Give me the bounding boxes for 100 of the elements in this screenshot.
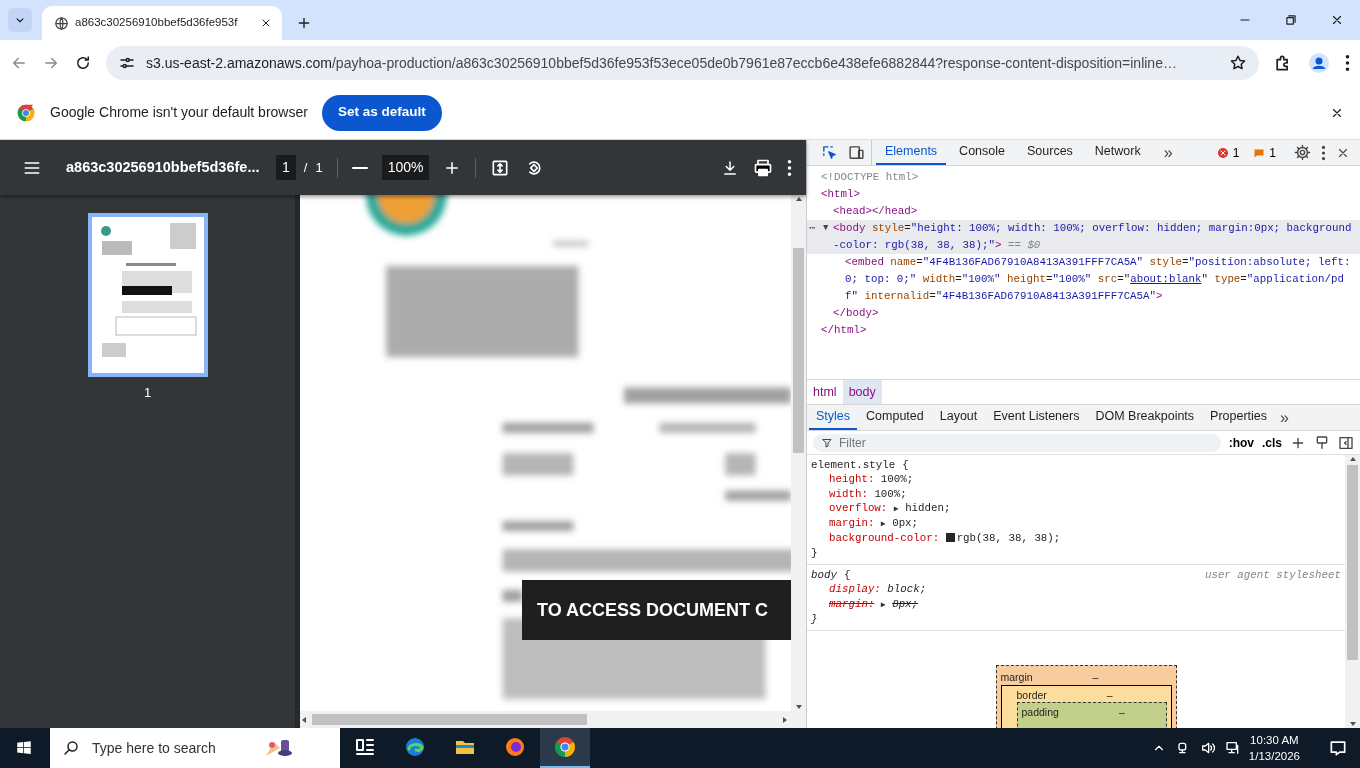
css-selector[interactable]: body bbox=[811, 569, 837, 582]
dom-link[interactable]: about:blank bbox=[1130, 273, 1202, 285]
property-name[interactable]: height: bbox=[829, 473, 875, 486]
property-value[interactable]: 8px; bbox=[892, 597, 919, 610]
settings-icon bbox=[1294, 144, 1311, 161]
star-icon[interactable] bbox=[1229, 54, 1247, 72]
devtools-tab[interactable]: Sources bbox=[1018, 140, 1082, 165]
property-name[interactable]: display: bbox=[829, 583, 881, 596]
zoom-out-button[interactable] bbox=[351, 165, 368, 170]
property-value[interactable]: block; bbox=[887, 583, 927, 596]
scrollbar-thumb[interactable] bbox=[793, 248, 804, 453]
reload-button[interactable] bbox=[74, 54, 92, 72]
windows-logo-icon bbox=[15, 739, 33, 757]
property-name[interactable]: margin: bbox=[829, 517, 875, 530]
expand-toggle[interactable]: ▼ bbox=[823, 220, 829, 237]
notification-icon bbox=[1328, 738, 1348, 758]
set-default-button[interactable]: Set as default bbox=[321, 94, 442, 131]
panel-tab[interactable]: Layout bbox=[932, 405, 985, 430]
scrollbar-thumb[interactable] bbox=[312, 714, 587, 725]
color-format-button[interactable] bbox=[1314, 434, 1330, 451]
menu-button[interactable] bbox=[1345, 54, 1350, 72]
plus-icon bbox=[296, 15, 312, 31]
error-icon bbox=[1216, 146, 1229, 159]
expand-toggle[interactable]: ▶ bbox=[880, 519, 886, 529]
more-icon[interactable]: ⋯ bbox=[809, 220, 816, 237]
volume-button[interactable] bbox=[1199, 740, 1216, 756]
search-icon bbox=[62, 739, 80, 757]
devtools-tab[interactable]: Network bbox=[1085, 140, 1150, 165]
warnings-counter[interactable]: 1 bbox=[1253, 140, 1276, 165]
dom-node[interactable]: <!DOCTYPE html> bbox=[821, 169, 1356, 186]
minus-icon bbox=[351, 165, 368, 170]
panel-tab[interactable]: Event Listeners bbox=[986, 405, 1087, 430]
property-name[interactable]: overflow: bbox=[829, 501, 888, 514]
dom-node[interactable]: <embed name="4F4B136FAD67910A8413A391FFF7CA5A" style="position:absolute; left: 0; top: 0;" width="100%" height="100%" src="about:blank" type="application/pdf" internalid="4F4B136FAD67910A8413A391FFF7CA5A"> bbox=[845, 254, 1356, 305]
errors-counter[interactable]: 1 bbox=[1216, 140, 1240, 165]
devtools-tab[interactable]: Elements bbox=[876, 140, 947, 165]
panel-tab[interactable]: Styles bbox=[809, 405, 858, 430]
sidebar-toggle-button[interactable] bbox=[1338, 434, 1354, 451]
taskbar-app[interactable] bbox=[540, 728, 590, 768]
dom-tag: </body> bbox=[833, 307, 879, 319]
brace: } bbox=[811, 546, 818, 559]
panel-tab[interactable]: DOM Breakpoints bbox=[1088, 405, 1202, 430]
edge-browser-icon bbox=[403, 735, 427, 759]
chrome-browser-icon bbox=[553, 735, 577, 759]
page-number-field[interactable]: 1 bbox=[276, 155, 296, 180]
scrollbar-thumb[interactable] bbox=[1347, 465, 1358, 660]
color-swatch[interactable] bbox=[945, 533, 955, 543]
panel-tab[interactable]: Computed bbox=[859, 405, 931, 430]
profile-button[interactable] bbox=[1307, 51, 1331, 75]
page-count: 1 bbox=[315, 158, 323, 177]
box-label: border bbox=[1016, 687, 1047, 702]
property-value[interactable]: 100%; bbox=[874, 487, 907, 500]
property-value[interactable]: hidden; bbox=[905, 501, 951, 514]
url-text: s3.us-east-2.amazonaws.com/payhoa-production/a863c30256910bbef5d36fe953f53ece05de0b7961e87eccb6e438efe6882844?response-content-disposition=inline… bbox=[146, 53, 1178, 73]
address-bar[interactable]: s3.us-east-2.amazonaws.com/payhoa-production/a863c30256910bbef5d36fe953f53ece05de0b7961e87eccb6e438efe6882844?response-content-disposition=inline… bbox=[106, 46, 1259, 80]
dom-node[interactable]: <body style="height: 100%; width: 100%; overflow: hidden; margin:0px; background-color: rgb(38, 38, 38);"> == $0 bbox=[833, 220, 1356, 254]
property-name[interactable]: margin: bbox=[829, 597, 875, 610]
property-value[interactable]: 0px; bbox=[892, 517, 919, 530]
box-label: margin bbox=[1000, 670, 1033, 685]
expand-toggle[interactable]: ▶ bbox=[893, 503, 899, 513]
device-icon bbox=[848, 144, 865, 161]
zoom-field[interactable]: 100% bbox=[381, 155, 430, 180]
network-button[interactable] bbox=[1224, 740, 1241, 756]
expand-toggle[interactable]: ▶ bbox=[880, 599, 886, 609]
more-tabs-button[interactable]: » bbox=[1159, 140, 1177, 165]
search-box[interactable]: Type here to search bbox=[50, 728, 340, 768]
dom-node[interactable]: <head></head> bbox=[833, 203, 1356, 220]
browser-tab[interactable]: a863c30256910bbef5d36fe953f bbox=[42, 6, 282, 40]
infobar-message: Google Chrome isn't your default browser bbox=[50, 103, 308, 122]
box-value: – bbox=[1106, 687, 1113, 702]
panel-tab[interactable]: Properties bbox=[1203, 405, 1275, 430]
more-tabs-button[interactable]: » bbox=[1276, 405, 1293, 430]
css-selector[interactable]: element.style bbox=[811, 459, 896, 471]
cursor-select-icon bbox=[821, 144, 838, 161]
toggle-button[interactable]: :hov bbox=[1228, 433, 1254, 452]
dom-tag: </html> bbox=[821, 324, 867, 336]
dom-node[interactable]: <html> bbox=[821, 186, 1356, 203]
toggle-button[interactable]: .cls bbox=[1262, 433, 1282, 452]
device-toggle-button[interactable] bbox=[848, 140, 872, 165]
more-icon bbox=[1345, 54, 1350, 72]
scroll-up-icon[interactable] bbox=[1348, 455, 1357, 463]
download-button[interactable] bbox=[721, 158, 739, 177]
scroll-right-icon[interactable] bbox=[781, 715, 789, 724]
property-name[interactable]: background-color: bbox=[829, 532, 940, 545]
devtools-tab[interactable]: Console bbox=[950, 140, 1014, 165]
clock[interactable]: 10:30 AM 1/13/2026 bbox=[1240, 732, 1308, 764]
stylesheet-source: user agent stylesheet bbox=[1204, 568, 1341, 583]
close-icon[interactable] bbox=[260, 17, 272, 29]
property-name[interactable]: width: bbox=[829, 487, 868, 500]
more-button[interactable] bbox=[787, 158, 792, 177]
filter-icon bbox=[821, 436, 833, 449]
more-icon bbox=[1321, 144, 1326, 161]
close-icon bbox=[1330, 13, 1344, 27]
breadcrumb[interactable]: html bbox=[807, 380, 843, 404]
breadcrumb[interactable]: body bbox=[842, 380, 882, 404]
box-value: – bbox=[1118, 704, 1125, 720]
property-value[interactable]: 100%; bbox=[880, 473, 914, 486]
box-label: padding bbox=[1021, 704, 1059, 720]
property-value[interactable]: rgb(38, 38, 38); bbox=[956, 532, 1061, 545]
print-button[interactable] bbox=[753, 157, 773, 178]
